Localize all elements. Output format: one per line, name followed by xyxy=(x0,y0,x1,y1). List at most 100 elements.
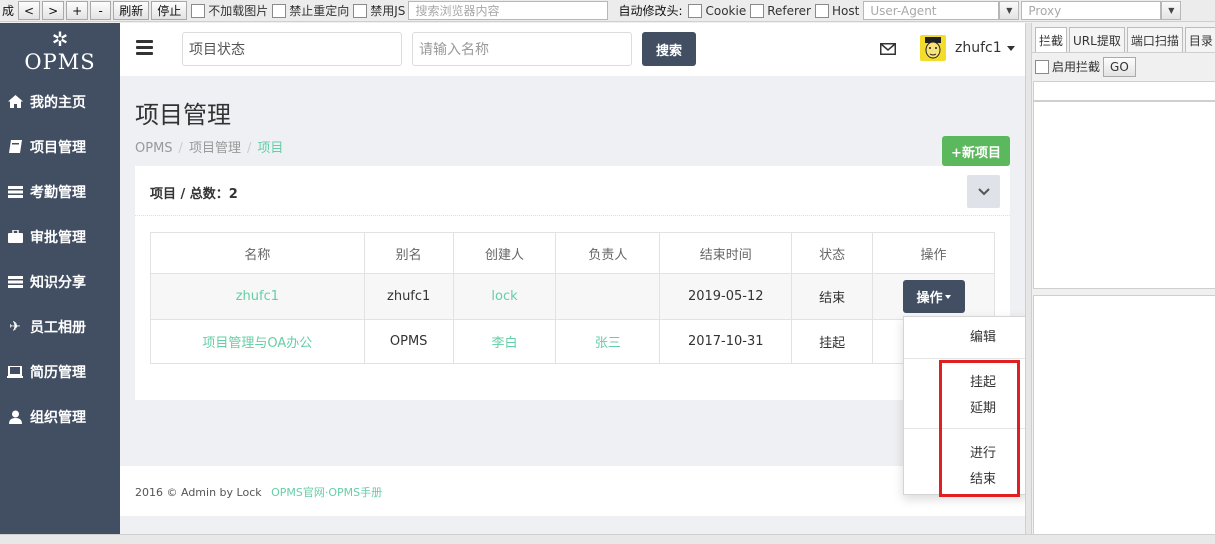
menu-item-edit[interactable]: 编辑 xyxy=(970,326,996,345)
host-checkbox[interactable]: Host xyxy=(815,3,860,18)
laptop-icon xyxy=(2,365,28,378)
sidebar-item-projects[interactable]: 项目管理 xyxy=(0,124,120,169)
chevron-down-icon xyxy=(977,187,990,195)
book-icon xyxy=(2,140,28,153)
go-button[interactable]: GO xyxy=(1103,56,1136,77)
breadcrumb-separator: / xyxy=(178,141,183,156)
tab-directory[interactable]: 目录 xyxy=(1184,27,1215,52)
sidebar-item-resume[interactable]: 简历管理 xyxy=(0,349,120,394)
proxy-dropdown-arrow[interactable]: ▼ xyxy=(1161,1,1182,20)
column-header: 别名 xyxy=(363,232,454,274)
search-button[interactable]: 搜索 xyxy=(642,32,696,66)
action-cell: 操作 xyxy=(872,273,995,320)
no-redirect-checkbox[interactable]: 禁止重定向 xyxy=(272,2,349,19)
cookie-label: Cookie xyxy=(705,3,747,18)
user-agent-dropdown-arrow[interactable]: ▼ xyxy=(999,1,1020,20)
sidebar-item-label: 知识分享 xyxy=(30,274,86,291)
top-header: 项目状态 请输入名称 搜索 zhufc1 xyxy=(120,23,1025,76)
alias-cell: OPMS xyxy=(363,319,454,364)
proxy-input[interactable]: Proxy xyxy=(1021,1,1162,20)
cookie-checkbox[interactable]: Cookie xyxy=(688,3,747,18)
right-tool-panel: 拦截 URL提取 端口扫描 目录 启用拦截 GO xyxy=(1031,23,1215,535)
sidebar-item-album[interactable]: ✈ 员工相册 xyxy=(0,304,120,349)
footer: 2016 © Admin by Lock OPMS官网·OPMS手册 xyxy=(120,466,1025,516)
sidebar-item-label: 考勤管理 xyxy=(30,184,86,201)
checkbox-box[interactable] xyxy=(191,3,206,18)
checkbox-box[interactable] xyxy=(272,3,287,18)
sidebar-item-label: 组织管理 xyxy=(30,409,86,426)
browser-search-input[interactable]: 搜索浏览器内容 xyxy=(408,1,609,20)
user-agent-input[interactable]: User-Agent xyxy=(863,1,1000,20)
bottom-status-strip xyxy=(0,534,1215,544)
tool-tabs: 拦截 URL提取 端口扫描 目录 xyxy=(1032,23,1215,52)
creator-link[interactable]: 李白 xyxy=(452,319,557,364)
page-title: 项目管理 xyxy=(135,101,231,129)
intercept-bar: 启用拦截 GO xyxy=(1032,52,1215,80)
panel-title: 项目 / 总数：2 xyxy=(150,187,238,202)
sidebar-item-attendance[interactable]: 考勤管理 xyxy=(0,169,120,214)
project-name-link[interactable]: 项目管理与OA办公 xyxy=(150,319,365,364)
project-status-select[interactable]: 项目状态 xyxy=(182,32,402,66)
host-label: Host xyxy=(832,3,860,18)
avatar[interactable] xyxy=(920,35,946,61)
action-button-label: 操作 xyxy=(916,291,943,306)
request-area[interactable] xyxy=(1033,101,1215,289)
sidebar-item-knowledge[interactable]: 知识分享 xyxy=(0,259,120,304)
opms-manual-link[interactable]: OPMS手册 xyxy=(328,486,382,499)
main-content: 项目状态 请输入名称 搜索 zhufc1 项目管理 OPMS / 项目管理 / 项目 +… xyxy=(120,23,1028,534)
checkbox-box[interactable] xyxy=(750,3,765,18)
name-search-input[interactable]: 请输入名称 xyxy=(412,32,632,66)
opms-site-link[interactable]: OPMS官网 xyxy=(271,486,325,499)
briefcase-icon xyxy=(2,230,28,243)
stop-button[interactable]: 停止 xyxy=(151,1,188,20)
no-images-checkbox[interactable]: 不加载图片 xyxy=(191,2,268,19)
disable-js-label: 禁用JS xyxy=(370,4,406,18)
owner-cell xyxy=(555,273,661,320)
disable-js-checkbox[interactable]: 禁用JS xyxy=(353,2,405,19)
sidebar-item-home[interactable]: 我的主页 xyxy=(0,79,120,124)
plane-icon: ✈ xyxy=(9,318,21,335)
new-project-button[interactable]: +新项目 xyxy=(942,136,1010,166)
checkbox-box[interactable] xyxy=(353,3,368,18)
zoom-out-button[interactable]: - xyxy=(90,1,112,20)
back-button[interactable]: < xyxy=(18,1,41,20)
copyright-text: 2016 © Admin by Lock xyxy=(135,486,262,499)
forward-button[interactable]: > xyxy=(42,1,65,20)
mail-icon[interactable] xyxy=(880,43,896,59)
end-date-cell: 2017-10-31 xyxy=(659,319,793,364)
chevron-down-icon[interactable] xyxy=(1007,46,1015,51)
action-dropdown-button[interactable]: 操作 xyxy=(902,280,965,313)
tab-intercept[interactable]: 拦截 xyxy=(1035,27,1068,52)
refresh-button[interactable]: 刷新 xyxy=(113,1,150,20)
project-name-link[interactable]: zhufc1 xyxy=(150,273,365,320)
owner-link[interactable]: 张三 xyxy=(555,319,661,364)
tab-url-extract[interactable]: URL提取 xyxy=(1069,27,1125,52)
checkbox-box[interactable] xyxy=(688,3,703,18)
collapse-button[interactable] xyxy=(967,175,1000,208)
breadcrumb-item[interactable]: OPMS xyxy=(135,141,173,156)
enable-intercept-checkbox[interactable] xyxy=(1035,59,1049,74)
sidebar-item-label: 审批管理 xyxy=(30,229,86,246)
url-field[interactable] xyxy=(1033,81,1215,101)
username[interactable]: zhufc1 xyxy=(955,40,1002,56)
checkbox-box[interactable] xyxy=(815,3,829,18)
menu-toggle-icon[interactable] xyxy=(136,40,153,55)
tab-port-scan[interactable]: 端口扫描 xyxy=(1126,27,1183,52)
project-panel: 项目 / 总数：2 名称 别名 创建人 负责人 结束时间 状态 操作 zhufc… xyxy=(135,166,1010,400)
end-date-cell: 2019-05-12 xyxy=(659,273,793,320)
breadcrumb: OPMS / 项目管理 / 项目 xyxy=(135,137,283,156)
sidebar-item-approval[interactable]: 审批管理 xyxy=(0,214,120,259)
panel-header: 项目 / 总数：2 xyxy=(135,166,1010,216)
logo[interactable]: ✲ OPMS xyxy=(0,23,120,79)
breadcrumb-separator: / xyxy=(246,141,252,156)
referer-checkbox[interactable]: Referer xyxy=(750,3,811,18)
column-header: 负责人 xyxy=(555,232,661,274)
creator-link[interactable]: lock xyxy=(452,273,557,320)
breadcrumb-item-active: 项目 xyxy=(257,141,284,156)
zoom-in-button[interactable]: + xyxy=(66,1,89,20)
sidebar-item-organization[interactable]: 组织管理 xyxy=(0,394,120,439)
table-header-row: 名称 别名 创建人 负责人 结束时间 状态 操作 xyxy=(150,232,995,274)
highlight-box xyxy=(939,360,1020,497)
response-area[interactable] xyxy=(1033,295,1215,535)
breadcrumb-item[interactable]: 项目管理 xyxy=(189,141,241,156)
